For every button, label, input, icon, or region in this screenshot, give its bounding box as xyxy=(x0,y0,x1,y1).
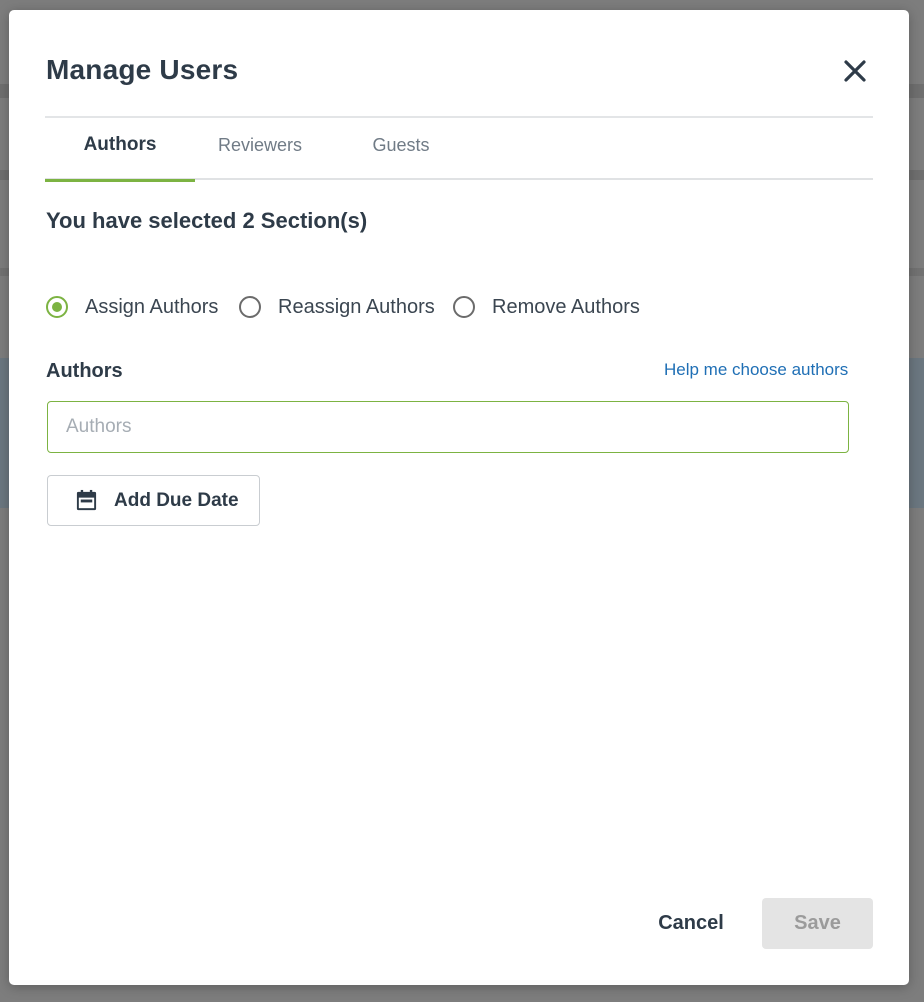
radio-label: Assign Authors xyxy=(85,295,219,318)
close-button[interactable] xyxy=(838,54,872,88)
close-icon xyxy=(844,60,866,82)
radio-label: Reassign Authors xyxy=(278,295,435,318)
calendar-icon xyxy=(76,489,97,511)
radio-remove-authors[interactable]: Remove Authors xyxy=(453,292,640,322)
tab-authors[interactable]: Authors xyxy=(45,118,195,182)
save-button[interactable]: Save xyxy=(762,898,873,949)
dialog-title: Manage Users xyxy=(46,54,239,85)
add-due-date-label: Add Due Date xyxy=(114,489,239,511)
radio-reassign-authors[interactable]: Reassign Authors xyxy=(239,292,435,322)
action-radio-group: Assign Authors Reassign Authors Remove A… xyxy=(46,292,686,322)
radio-label: Remove Authors xyxy=(492,295,640,318)
tab-reviewers[interactable]: Reviewers xyxy=(210,118,310,180)
tab-guests[interactable]: Guests xyxy=(365,118,437,180)
cancel-button[interactable]: Cancel xyxy=(639,898,743,949)
help-choose-authors-link[interactable]: Help me choose authors xyxy=(664,360,848,380)
authors-field-label: Authors xyxy=(46,360,123,382)
radio-unchecked-icon xyxy=(453,296,475,318)
add-due-date-button[interactable]: Add Due Date xyxy=(47,475,260,526)
user-type-tabs: Authors Reviewers Guests xyxy=(45,118,873,182)
manage-users-dialog: Manage Users Authors Reviewers Guests Yo… xyxy=(9,10,909,985)
authors-input[interactable] xyxy=(47,401,849,453)
radio-checked-icon xyxy=(46,296,68,318)
radio-assign-authors[interactable]: Assign Authors xyxy=(46,292,218,322)
radio-unchecked-icon xyxy=(239,296,261,318)
selection-summary: You have selected 2 Section(s) xyxy=(46,208,368,233)
